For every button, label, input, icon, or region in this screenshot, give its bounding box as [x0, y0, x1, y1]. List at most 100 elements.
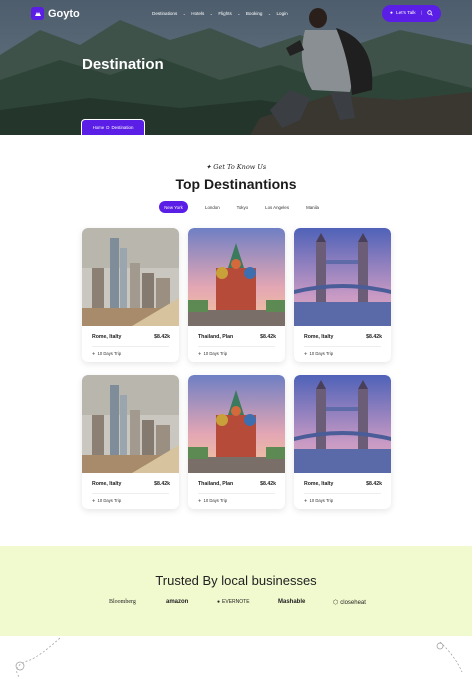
- card-price: $8.42k: [366, 481, 382, 487]
- card-location: Rome, Italty: [92, 334, 122, 340]
- card-trip: ✈ 10 Days Trip: [304, 498, 333, 503]
- destination-image: [294, 375, 391, 473]
- tab-london[interactable]: London: [205, 201, 220, 213]
- breadcrumb: Home D Destination: [81, 119, 145, 135]
- chevron-down-icon: ⌄: [267, 11, 272, 16]
- breadcrumb-current: Destination: [111, 125, 134, 130]
- card-meta: Thailand, Plan $8.42k: [198, 334, 276, 340]
- section-title: Top Destinantions: [175, 176, 297, 192]
- card-meta: Rome, Italty $8.42k: [92, 334, 170, 340]
- hexagon-icon: ⬡: [333, 600, 339, 606]
- brand-logo-evernote: ● EVERNOTE: [217, 599, 250, 605]
- plane-icon: ✈: [92, 351, 96, 356]
- nav-item-login[interactable]: Login: [276, 11, 287, 16]
- card-location: Thailand, Plan: [198, 334, 234, 340]
- tab-manila[interactable]: Manila: [306, 201, 319, 213]
- section-eyebrow: ✦ Get To Know Us: [0, 163, 472, 171]
- chevron-down-icon: ⌄: [209, 11, 213, 16]
- brand-logos: Bloomberg amazon ● EVERNOTE Mashable ⬡ clo…: [0, 599, 472, 611]
- brand-logo-closeheat: ⬡ closeheat: [333, 599, 366, 607]
- plane-icon: ✈: [92, 498, 96, 503]
- brand-logo[interactable]: Goyto: [31, 7, 80, 20]
- plane-icon: ✈: [198, 351, 202, 356]
- card-trip-label: 10 Days Trip: [309, 498, 334, 503]
- chevron-down-icon: ⌄: [237, 11, 241, 16]
- card-trip-label: 10 Days Trip: [309, 351, 334, 356]
- card-location: Rome, Italty: [92, 481, 122, 487]
- card-trip-label: 10 Days Trip: [97, 498, 122, 503]
- nav-item-booking[interactable]: Booking ⌄: [246, 11, 277, 16]
- page-title: Destination: [82, 56, 164, 73]
- divider: [92, 493, 169, 494]
- brand-logo-mashable: Mashable: [278, 599, 306, 605]
- nav-item-label: Flights: [218, 11, 232, 16]
- hero-banner: Goyto Destinations ⌄ Hotels ⌄ Flights ⌄ Boo…: [0, 0, 472, 135]
- chat-icon: ●: [390, 11, 393, 16]
- destination-card[interactable]: Thailand, Plan $8.42k ✈ 10 Days Trip: [188, 228, 285, 362]
- card-meta: Rome, Italty $8.42k: [304, 334, 382, 340]
- brand-logo-bloomberg: Bloomberg: [109, 599, 136, 605]
- plane-icon: ✈: [304, 498, 308, 503]
- card-trip: ✈ 10 Days Trip: [92, 498, 121, 503]
- eyebrow-text: Get To Know Us: [213, 163, 267, 171]
- destination-card[interactable]: Rome, Italty $8.42k ✈ 10 Days Trip: [82, 375, 179, 509]
- card-price: $8.42k: [154, 481, 170, 487]
- nav-item-label: Hotels: [191, 11, 205, 16]
- destination-image: [188, 375, 285, 473]
- plane-icon: ✈: [304, 351, 308, 356]
- divider: [198, 493, 275, 494]
- nav-item-hotels[interactable]: Hotels ⌄: [191, 11, 218, 16]
- nav-item-label: Booking: [245, 11, 263, 16]
- destination-card[interactable]: Rome, Italty $8.42k ✈ 10 Days Trip: [294, 375, 391, 509]
- card-trip-label: 10 Days Trip: [97, 351, 122, 356]
- brand-logo-amazon: amazon: [166, 599, 189, 605]
- card-trip: ✈ 10 Days Trip: [92, 351, 121, 356]
- card-trip: ✈ 10 Days Trip: [198, 351, 227, 356]
- tab-tokyo[interactable]: Tokyo: [237, 201, 248, 213]
- card-price: $8.42k: [260, 481, 276, 487]
- nav-item-label: Destinations: [152, 11, 178, 16]
- tab-los-angeles[interactable]: Los Angeles: [265, 201, 289, 213]
- card-trip: ✈ 10 Days Trip: [198, 498, 227, 503]
- card-trip: ✈ 10 Days Trip: [304, 351, 333, 356]
- card-price: $8.42k: [154, 334, 170, 340]
- lets-talk-label: Let's Talk: [395, 11, 416, 16]
- main-menu: Destinations ⌄ Hotels ⌄ Flights ⌄ Booking ⌄ …: [152, 11, 288, 16]
- elephant-icon: ●: [217, 599, 221, 605]
- card-trip-label: 10 Days Trip: [203, 351, 228, 356]
- card-meta: Rome, Italty $8.42k: [92, 481, 170, 487]
- card-meta: Thailand, Plan $8.42k: [198, 481, 276, 487]
- nav-item-flights[interactable]: Flights ⌄: [218, 11, 246, 16]
- card-meta: Rome, Italty $8.42k: [304, 481, 382, 487]
- card-trip-label: 10 Days Trip: [203, 498, 228, 503]
- breadcrumb-separator: D: [106, 125, 110, 130]
- search-icon[interactable]: [427, 9, 433, 18]
- card-location: Thailand, Plan: [198, 481, 234, 487]
- breadcrumb-home[interactable]: Home: [93, 125, 105, 130]
- tab-new-york[interactable]: New York: [159, 201, 188, 213]
- chevron-down-icon: ⌄: [182, 11, 186, 16]
- card-location: Rome, Italty: [304, 481, 334, 487]
- card-price: $8.42k: [260, 334, 276, 340]
- destination-card[interactable]: Rome, Italty $8.42k ✈ 10 Days Trip: [82, 228, 179, 362]
- destination-image: [294, 228, 391, 326]
- top-navigation: Goyto Destinations ⌄ Hotels ⌄ Flights ⌄ Boo…: [0, 0, 472, 28]
- nav-item-label: Login: [276, 11, 288, 16]
- destination-card[interactable]: Thailand, Plan $8.42k ✈ 10 Days Trip: [188, 375, 285, 509]
- divider: [92, 346, 169, 347]
- destination-tabs: New York London Tokyo Los Angeles Manila: [159, 201, 319, 213]
- dashed-path-decoration: [15, 637, 463, 679]
- divider: [304, 346, 381, 347]
- trusted-title: Trusted By local businesses: [155, 573, 317, 588]
- divider: [304, 493, 381, 494]
- footer-decoration: [0, 636, 472, 680]
- destination-image: [82, 228, 179, 326]
- card-price: $8.42k: [366, 334, 382, 340]
- trusted-section: Trusted By local businesses Bloomberg am…: [0, 546, 472, 636]
- nav-item-destinations[interactable]: Destinations ⌄: [152, 11, 191, 16]
- lets-talk-button[interactable]: ● Let's Talk |: [382, 5, 441, 22]
- destination-card[interactable]: Rome, Italty $8.42k ✈ 10 Days Trip: [294, 228, 391, 362]
- brand-name: closeheat: [340, 599, 366, 606]
- destination-image: [82, 375, 179, 473]
- card-location: Rome, Italty: [304, 334, 334, 340]
